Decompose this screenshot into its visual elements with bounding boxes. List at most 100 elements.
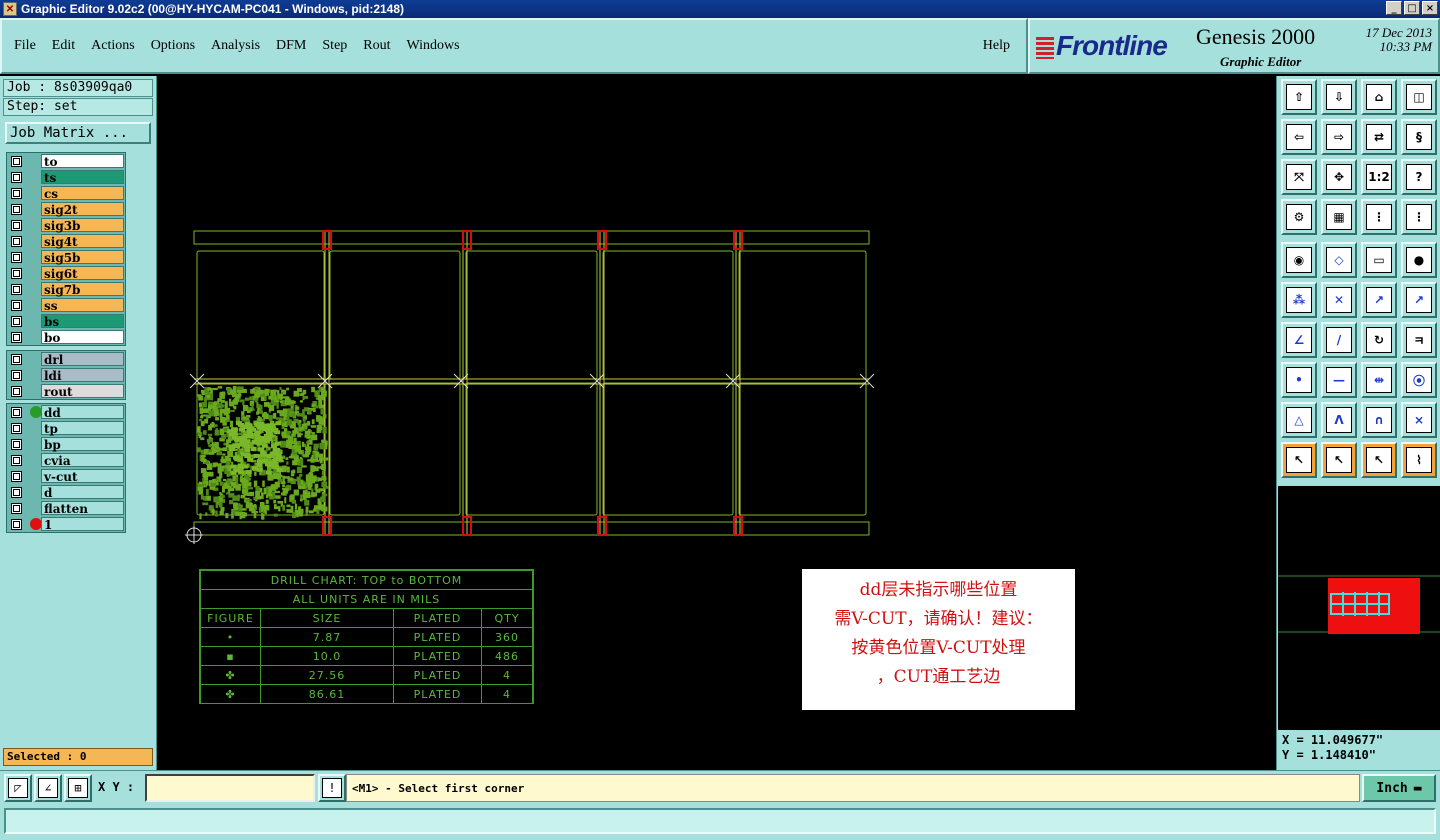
ruler-button[interactable]: ▭ [1361, 242, 1397, 278]
layer-name[interactable]: ss [41, 298, 124, 313]
layer-checkbox[interactable] [11, 353, 22, 365]
minus-button[interactable]: — [1321, 362, 1357, 398]
export-button[interactable]: ⇨ [1321, 119, 1357, 155]
layers-button[interactable]: ⋮ [1361, 199, 1397, 235]
open-button[interactable]: ⇧ [1281, 79, 1317, 115]
layer-name[interactable]: flatten [41, 501, 124, 516]
triangle-alt-button[interactable]: Λ [1321, 402, 1357, 438]
layer-row[interactable]: ss [7, 297, 125, 313]
layer-checkbox[interactable] [11, 171, 22, 183]
job-matrix-button[interactable]: Job Matrix ... [5, 122, 151, 144]
layer-row[interactable]: sig6t [7, 265, 125, 281]
layer-checkbox[interactable] [11, 155, 22, 167]
layer-checkbox[interactable] [11, 299, 22, 311]
fit-button[interactable]: ⤧ [1281, 159, 1317, 195]
menu-dfm[interactable]: DFM [276, 38, 306, 54]
window-button[interactable]: ◫ [1401, 79, 1437, 115]
layer-checkbox[interactable] [11, 283, 22, 295]
arch-button[interactable]: ∩ [1361, 402, 1397, 438]
import-button[interactable]: ⇦ [1281, 119, 1317, 155]
zoom-window-button[interactable]: ◸ [4, 774, 32, 802]
layer-checkbox[interactable] [11, 315, 22, 327]
layers-alt-button[interactable]: ⋮ [1401, 199, 1437, 235]
grid-snap-button[interactable]: ⊞ [64, 774, 92, 802]
layer-row[interactable]: drl [7, 351, 125, 367]
slash-button[interactable]: / [1321, 322, 1357, 358]
unit-selector[interactable]: Inch ▬ [1362, 774, 1436, 802]
menu-actions[interactable]: Actions [91, 38, 135, 54]
layer-checkbox[interactable] [11, 454, 22, 466]
layer-checkbox[interactable] [11, 438, 22, 450]
layer-name[interactable]: bs [41, 314, 124, 329]
save-button[interactable]: ⇩ [1321, 79, 1357, 115]
layer-row[interactable]: sig4t [7, 233, 125, 249]
layer-name[interactable]: rout [41, 384, 124, 399]
shape-button[interactable]: ◇ [1321, 242, 1357, 278]
menu-windows[interactable]: Windows [407, 38, 460, 54]
layer-name[interactable]: sig7b [41, 282, 124, 297]
layer-row[interactable]: sig2t [7, 201, 125, 217]
layer-row[interactable]: bo [7, 329, 125, 345]
layer-row[interactable]: sig5b [7, 249, 125, 265]
mirror-button[interactable]: ㅋ [1401, 322, 1437, 358]
layer-name[interactable]: to [41, 154, 124, 169]
pan-button[interactable]: ✥ [1321, 159, 1357, 195]
layer-name[interactable]: sig6t [41, 266, 124, 281]
arch-cross-button[interactable]: ⨯ [1401, 402, 1437, 438]
settings-button[interactable]: ⚙ [1281, 199, 1317, 235]
layer-checkbox[interactable] [11, 502, 22, 514]
route-button[interactable]: ⌇ [1401, 442, 1437, 478]
layer-name[interactable]: sig2t [41, 202, 124, 217]
layer-name[interactable]: d [41, 485, 124, 500]
layer-checkbox[interactable] [11, 470, 22, 482]
layer-checkbox[interactable] [11, 187, 22, 199]
layer-row[interactable]: bs [7, 313, 125, 329]
layer-checkbox[interactable] [11, 422, 22, 434]
layer-checkbox[interactable] [11, 385, 22, 397]
layer-checkbox[interactable] [11, 369, 22, 381]
select-button[interactable]: ◉ [1281, 242, 1317, 278]
layer-checkbox[interactable] [11, 203, 22, 215]
pad-button[interactable]: ● [1401, 242, 1437, 278]
rotate-button[interactable]: ↻ [1361, 322, 1397, 358]
scale-button[interactable]: 1:2 [1361, 159, 1397, 195]
menu-edit[interactable]: Edit [52, 38, 75, 54]
layer-row[interactable]: tp [7, 420, 125, 436]
layer-checkbox[interactable] [11, 251, 22, 263]
layer-checkbox[interactable] [11, 518, 22, 530]
layer-row[interactable]: cs [7, 185, 125, 201]
layer-row[interactable]: dd [7, 404, 125, 420]
grid-button[interactable]: ▦ [1321, 199, 1357, 235]
minimize-button[interactable]: _ [1386, 1, 1402, 15]
layer-name[interactable]: ldi [41, 368, 124, 383]
layer-row[interactable]: v-cut [7, 468, 125, 484]
menu-options[interactable]: Options [151, 38, 195, 54]
cluster-button[interactable]: ⦿ [1401, 362, 1437, 398]
layer-row[interactable]: sig7b [7, 281, 125, 297]
layer-row[interactable]: cvia [7, 452, 125, 468]
pointer-button[interactable]: ↖ [1281, 442, 1317, 478]
box-pointer-button[interactable]: ↖ [1361, 442, 1397, 478]
layer-row[interactable]: 1 [7, 516, 125, 532]
line-add-button[interactable]: ↗ [1361, 282, 1397, 318]
alert-button[interactable]: ! [318, 774, 346, 802]
layer-name[interactable]: sig5b [41, 250, 124, 265]
layer-row[interactable]: flatten [7, 500, 125, 516]
layer-name[interactable]: tp [41, 421, 124, 436]
home-button[interactable]: ⌂ [1361, 79, 1397, 115]
close-button[interactable]: × [1422, 1, 1438, 15]
layer-checkbox[interactable] [11, 235, 22, 247]
layer-name[interactable]: bp [41, 437, 124, 452]
menu-file[interactable]: File [14, 38, 36, 54]
layer-name[interactable]: drl [41, 352, 124, 367]
layer-checkbox[interactable] [11, 331, 22, 343]
frame-pointer-button[interactable]: ↖ [1321, 442, 1357, 478]
snap-button[interactable]: ∠ [34, 774, 62, 802]
layer-name[interactable]: cs [41, 186, 124, 201]
layer-name[interactable]: dd [41, 405, 124, 420]
menu-help[interactable]: Help [983, 38, 1010, 54]
layer-name[interactable]: sig3b [41, 218, 124, 233]
layer-name[interactable]: bo [41, 330, 124, 345]
layer-name[interactable]: ts [41, 170, 124, 185]
help-button[interactable]: ? [1401, 159, 1437, 195]
